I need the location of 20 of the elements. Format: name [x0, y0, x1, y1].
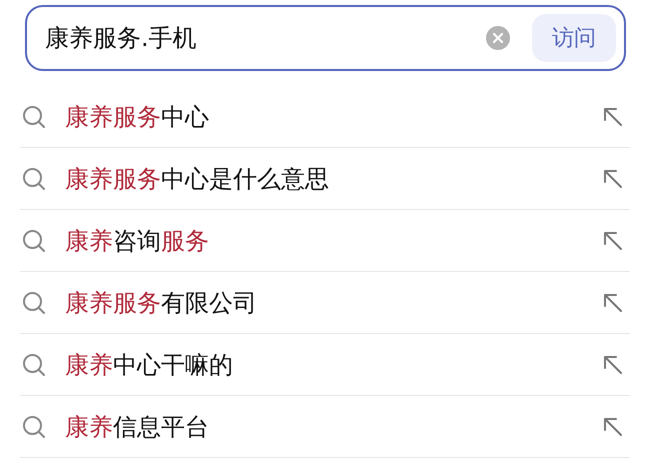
arrow-icon[interactable]	[602, 354, 624, 376]
search-icon	[22, 414, 46, 438]
search-icon	[22, 104, 46, 128]
suggestion-item[interactable]: 康养服务有限公司	[65, 286, 602, 318]
suggestion-item[interactable]: 康养服务中心是什么意思	[65, 162, 602, 194]
search-icon	[22, 352, 46, 376]
search-icon	[22, 290, 46, 314]
search-icon	[22, 166, 46, 190]
visit-button[interactable]: 访问	[532, 14, 616, 62]
search-field[interactable]: 康养服务.手机 访问	[25, 5, 626, 71]
arrow-icon[interactable]	[602, 106, 624, 128]
arrow-icon[interactable]	[602, 168, 624, 190]
suggestion-item[interactable]: 康养信息平台	[65, 410, 602, 442]
arrow-icon[interactable]	[602, 416, 624, 438]
search-icon	[22, 228, 46, 252]
suggestion-item[interactable]: 康养咨询服务	[65, 224, 602, 256]
arrow-icon[interactable]	[602, 292, 624, 314]
arrow-icon[interactable]	[602, 230, 624, 252]
suggestion-item[interactable]: 康养服务中心	[65, 100, 602, 132]
suggestion-item[interactable]: 康养中心干嘛的	[65, 348, 602, 380]
